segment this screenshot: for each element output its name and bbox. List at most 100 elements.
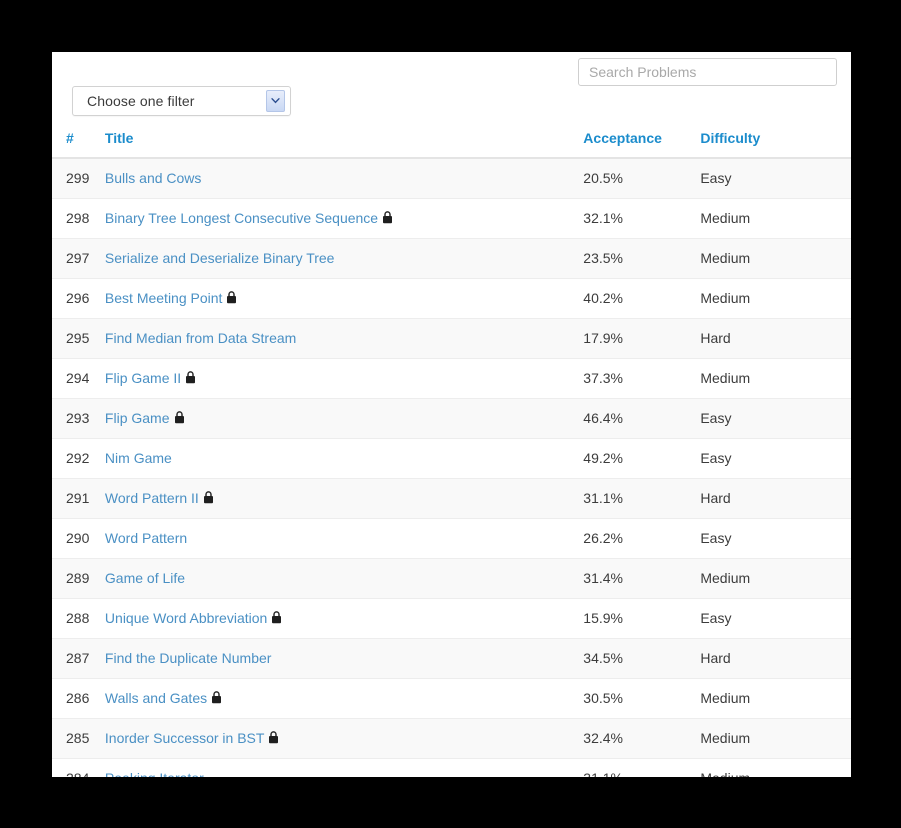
search-input[interactable]: [578, 58, 837, 86]
cell-title: Best Meeting Point: [104, 278, 584, 319]
cell-acceptance: 37.3%: [583, 358, 701, 399]
cell-title: Game of Life: [104, 558, 584, 599]
cell-title: Binary Tree Longest Consecutive Sequence: [104, 198, 584, 239]
lock-icon: [185, 371, 196, 384]
filter-select[interactable]: Choose one filter: [72, 86, 291, 116]
problem-title-link[interactable]: Inorder Successor in BST: [105, 730, 265, 746]
table-row[interactable]: 294 Flip Game II 37.3% Medium: [52, 358, 851, 399]
table-header: # Title Acceptance Difficulty: [52, 130, 851, 159]
lock-icon: [174, 411, 185, 424]
cell-number: 290: [52, 518, 105, 559]
lock-icon: [268, 731, 279, 744]
cell-acceptance: 26.2%: [583, 518, 701, 559]
cell-number: 294: [52, 358, 105, 399]
table-body: 299 Bulls and Cows 20.5% Easy 298 Binary Tree…: [52, 158, 851, 777]
cell-number: 288: [52, 598, 105, 639]
cell-difficulty: Hard: [700, 638, 851, 679]
cell-difficulty: Easy: [700, 518, 851, 559]
cell-difficulty: Medium: [700, 358, 851, 399]
cell-acceptance: 32.1%: [583, 198, 701, 239]
problem-title-link[interactable]: Walls and Gates: [105, 690, 207, 706]
table-row[interactable]: 288 Unique Word Abbreviation 15.9% Easy: [52, 598, 851, 639]
cell-number: 284: [52, 758, 105, 777]
cell-title: Word Pattern: [104, 518, 584, 559]
table-row[interactable]: 292 Nim Game 49.2% Easy: [52, 438, 851, 479]
column-header-difficulty[interactable]: Difficulty: [700, 130, 851, 159]
lock-icon: [203, 491, 214, 504]
cell-difficulty: Medium: [700, 238, 851, 279]
table-row[interactable]: 297 Serialize and Deserialize Binary Tree…: [52, 238, 851, 279]
table-row[interactable]: 296 Best Meeting Point 40.2% Medium: [52, 278, 851, 319]
column-header-title[interactable]: Title: [104, 130, 584, 159]
cell-number: 291: [52, 478, 105, 519]
problem-title-link[interactable]: Find the Duplicate Number: [105, 650, 272, 666]
problem-title-link[interactable]: Game of Life: [105, 570, 185, 586]
table-row[interactable]: 293 Flip Game 46.4% Easy: [52, 398, 851, 439]
filter-select-wrapper: Choose one filter: [72, 86, 291, 116]
cell-title: Peeking Iterator: [104, 758, 584, 777]
cell-difficulty: Medium: [700, 558, 851, 599]
table-row[interactable]: 295 Find Median from Data Stream 17.9% Hard: [52, 318, 851, 359]
cell-title: Serialize and Deserialize Binary Tree: [104, 238, 584, 279]
lock-icon: [226, 291, 237, 304]
cell-difficulty: Easy: [700, 158, 851, 199]
table-row[interactable]: 299 Bulls and Cows 20.5% Easy: [52, 158, 851, 199]
table-row[interactable]: 284Peeking Iterator 31.1%Medium: [52, 758, 851, 777]
cell-difficulty: Easy: [700, 438, 851, 479]
problem-title-link[interactable]: Word Pattern: [105, 530, 187, 546]
cell-difficulty: Hard: [700, 318, 851, 359]
problems-table: # Title Acceptance Difficulty 299 Bulls a…: [52, 130, 851, 777]
cell-acceptance: 49.2%: [583, 438, 701, 479]
problem-title-link[interactable]: Serialize and Deserialize Binary Tree: [105, 250, 335, 266]
lock-icon: [382, 211, 393, 224]
cell-title: Find the Duplicate Number: [104, 638, 584, 679]
problems-panel: Choose one filter # Title Acceptance Dif…: [52, 52, 851, 777]
cell-number: 289: [52, 558, 105, 599]
column-header-number[interactable]: #: [52, 130, 105, 159]
table-row[interactable]: 285 Inorder Successor in BST 32.4% Medium: [52, 718, 851, 759]
lock-icon: [211, 691, 222, 704]
chevron-down-icon[interactable]: [266, 90, 285, 112]
cell-title: Nim Game: [104, 438, 584, 479]
column-header-acceptance[interactable]: Acceptance: [583, 130, 701, 159]
problem-title-link[interactable]: Unique Word Abbreviation: [105, 610, 267, 626]
cell-title: Inorder Successor in BST: [104, 718, 584, 759]
cell-title: Flip Game: [104, 398, 584, 439]
cell-number: 285: [52, 718, 105, 759]
cell-acceptance: 34.5%: [583, 638, 701, 679]
problem-title-link[interactable]: Best Meeting Point: [105, 290, 223, 306]
problem-title-link[interactable]: Word Pattern II: [105, 490, 199, 506]
table-row[interactable]: 298 Binary Tree Longest Consecutive Seque…: [52, 198, 851, 239]
search-wrapper: [578, 58, 837, 86]
cell-title: Find Median from Data Stream: [104, 318, 584, 359]
cell-acceptance: 30.5%: [583, 678, 701, 719]
cell-acceptance: 40.2%: [583, 278, 701, 319]
cell-difficulty: Medium: [700, 758, 851, 777]
table-row[interactable]: 290 Word Pattern 26.2% Easy: [52, 518, 851, 559]
problem-title-link[interactable]: Flip Game II: [105, 370, 181, 386]
cell-number: 292: [52, 438, 105, 479]
problem-title-link[interactable]: Find Median from Data Stream: [105, 330, 296, 346]
cell-difficulty: Medium: [700, 678, 851, 719]
cell-title: Bulls and Cows: [104, 158, 584, 199]
table-row[interactable]: 291 Word Pattern II 31.1% Hard: [52, 478, 851, 519]
toolbar: Choose one filter: [52, 52, 851, 130]
cell-title: Walls and Gates: [104, 678, 584, 719]
table-row[interactable]: 286 Walls and Gates 30.5% Medium: [52, 678, 851, 719]
lock-icon: [271, 611, 282, 624]
cell-acceptance: 46.4%: [583, 398, 701, 439]
table-row[interactable]: 287 Find the Duplicate Number 34.5% Hard: [52, 638, 851, 679]
problem-title-link[interactable]: Peeking Iterator: [105, 770, 204, 777]
cell-number: 295: [52, 318, 105, 359]
table-row[interactable]: 289 Game of Life 31.4% Medium: [52, 558, 851, 599]
cell-number: 298: [52, 198, 105, 239]
table-header-row: # Title Acceptance Difficulty: [52, 130, 851, 159]
cell-acceptance: 32.4%: [583, 718, 701, 759]
problem-title-link[interactable]: Binary Tree Longest Consecutive Sequence: [105, 210, 378, 226]
cell-acceptance: 17.9%: [583, 318, 701, 359]
problem-title-link[interactable]: Flip Game: [105, 410, 170, 426]
problem-title-link[interactable]: Bulls and Cows: [105, 170, 202, 186]
cell-title: Word Pattern II: [104, 478, 584, 519]
problem-title-link[interactable]: Nim Game: [105, 450, 172, 466]
cell-number: 286: [52, 678, 105, 719]
